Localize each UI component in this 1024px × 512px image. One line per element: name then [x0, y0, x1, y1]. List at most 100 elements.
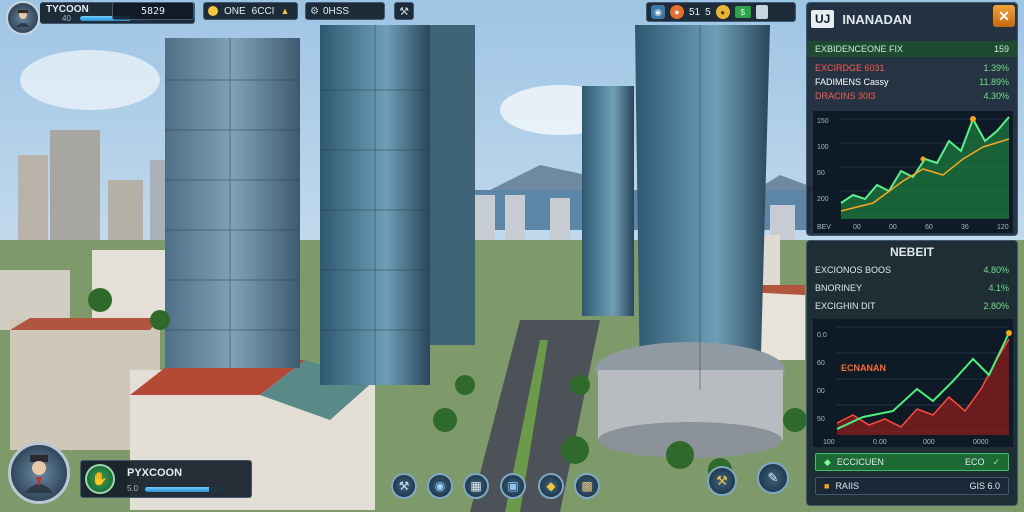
invest-button-a-label: ECCICUEN — [836, 457, 884, 467]
invest-row-label: EXCIGHIN DIT — [815, 301, 876, 311]
resource-a-value: 51 — [689, 6, 701, 18]
peak-marker — [970, 116, 976, 122]
globe-icon: ◉ — [434, 479, 446, 493]
finance-panel: UJ INANADAN ✕ EXBIDENCEONE FIX 159 EXCIR… — [806, 2, 1018, 236]
resource-b-value: 5 — [705, 6, 711, 18]
finance-row-label: FADIMENS Cassy — [815, 77, 889, 87]
finance-row-value: 4.30% — [983, 91, 1009, 101]
finance-row-value: 11.89% — [979, 77, 1009, 87]
globe-icon[interactable]: ◉ — [651, 5, 665, 19]
box-icon: ▣ — [507, 479, 519, 493]
player-avatar[interactable] — [6, 1, 40, 35]
stat-b-value: 6CCI — [251, 5, 275, 17]
toolbar-tools-button[interactable]: ✎ — [757, 462, 789, 494]
finance-logo: UJ — [811, 10, 835, 28]
invest-button-b-label: RAIIS — [835, 481, 859, 491]
gavel-icon: ⚒ — [716, 473, 728, 488]
wrench-icon: ⚒ — [399, 5, 409, 18]
crate-icon: ■ — [824, 481, 830, 491]
crate-icon: ▦ — [470, 479, 482, 493]
invest-button-a[interactable]: ◆ ECCICUEN ECO ✓ — [815, 453, 1009, 471]
chart-label: ECNANAN — [841, 363, 886, 373]
y-tick-label: 00 — [817, 388, 825, 395]
player-level: 40 — [62, 14, 71, 23]
marker — [920, 156, 926, 162]
y-tick-label: 150 — [817, 118, 829, 125]
x-tick-label: 00 — [853, 224, 861, 231]
x-tick-label: BEV — [817, 224, 831, 231]
invest-row-label: EXCIONOS BOOS — [815, 265, 892, 275]
x-tick-label: 000 — [923, 439, 935, 446]
toolbar-globe-button[interactable]: ◉ — [427, 473, 453, 499]
document-icon[interactable] — [755, 5, 768, 19]
stat-a-value: 5829 — [140, 5, 166, 17]
fire-icon[interactable]: ● — [670, 5, 684, 19]
toolbar-gavel-button[interactable]: ⚒ — [707, 466, 737, 496]
finance-header: UJ INANADAN — [811, 5, 991, 33]
invest-row-value: 2.80% — [983, 301, 1009, 311]
toolbar-wrench-button[interactable]: ⚒ — [391, 473, 417, 499]
y-tick-label: 50 — [817, 416, 825, 423]
advisor-avatar[interactable] — [8, 442, 70, 504]
invest-title: NEBEIT — [889, 245, 934, 259]
x-tick-label: 60 — [925, 224, 933, 231]
handshake-icon: ✋ — [91, 471, 109, 486]
stat-b-label: ONE — [224, 5, 246, 17]
x-tick-label: 00 — [889, 224, 897, 231]
gold-icon: ◆ — [546, 479, 556, 493]
invest-button-b[interactable]: ■ RAIIS GIS 6.0 — [815, 477, 1009, 495]
invest-button-a-value: ECO — [964, 457, 985, 467]
business-icon-button[interactable]: ✋ — [85, 464, 115, 494]
x-tick-label: 0.00 — [873, 439, 887, 446]
gear-icon: ⚙ — [310, 5, 319, 17]
x-tick-label: 36 — [961, 224, 969, 231]
invest-row: EXCIONOS BOOS 4.80% — [807, 263, 1017, 277]
invest-row-value: 4.80% — [983, 265, 1009, 275]
finance-row-label: DRACINS 30I3 — [815, 91, 876, 101]
invest-row: BNORINEY 4.1% — [807, 281, 1017, 295]
invest-panel: NEBEIT EXCIONOS BOOS 4.80% BNORINEY 4.1% EXC… — [806, 240, 1018, 506]
tools-icon: ✎ — [767, 470, 779, 485]
finance-summary-label: EXBIDENCEONE FIX — [815, 44, 904, 54]
tools-button[interactable]: ⚒ — [394, 2, 414, 20]
toolbar-gold-button[interactable]: ◆ — [538, 473, 564, 499]
user-icon — [16, 10, 30, 27]
business-title: PYXCOON — [127, 467, 183, 479]
stat-a: 5829 — [112, 2, 194, 20]
leaf-icon: ◆ — [824, 456, 831, 467]
stat-b: ONE 6CCI ▲ — [203, 2, 298, 20]
finance-chart: 150 100 50 200 BEV 00 00 60 36 120 — [813, 111, 1013, 233]
peak-marker — [1006, 330, 1012, 336]
coin-icon[interactable]: ● — [715, 5, 730, 19]
close-icon: ✕ — [998, 7, 1010, 24]
cargo-icon: ▩ — [581, 479, 593, 493]
coin-icon — [208, 6, 218, 16]
finance-summary: EXBIDENCEONE FIX 159 — [807, 41, 1017, 57]
chevron-up-icon: ▲ — [280, 6, 290, 16]
finance-row-label: EXCIRDGE 6031 — [815, 63, 885, 73]
finance-summary-value: 159 — [993, 44, 1009, 54]
wrench-icon: ⚒ — [398, 479, 410, 493]
stat-c-label: 0HSS — [322, 5, 350, 17]
toolbar-box-button[interactable]: ▣ — [500, 473, 526, 499]
invest-row-label: BNORINEY — [815, 283, 863, 293]
finance-row: EXCIRDGE 6031 1.39% — [807, 61, 1017, 75]
invest-row-value: 4.1% — [988, 283, 1009, 293]
business-level: 5.0 — [127, 484, 139, 493]
toolbar-crate-button[interactable]: ▦ — [463, 473, 489, 499]
finance-row-value: 1.39% — [983, 63, 1009, 73]
business-progress-fill — [145, 487, 209, 492]
check-icon: ✓ — [992, 456, 1000, 467]
resource-bar: ◉ ● 51 5 ● $ — [646, 2, 796, 22]
cash-icon[interactable]: $ — [734, 6, 751, 18]
finance-title: INANADAN — [842, 11, 912, 27]
finance-row: FADIMENS Cassy 11.89% — [807, 75, 1017, 89]
toolbar-cargo-button[interactable]: ▩ — [574, 473, 600, 499]
y-tick-label: 0.0 — [817, 332, 827, 339]
close-button[interactable]: ✕ — [993, 5, 1015, 27]
y-tick-label: 100 — [817, 144, 829, 151]
y-tick-label: 50 — [817, 170, 825, 177]
y-tick-label: 200 — [817, 196, 829, 203]
invest-row: EXCIGHIN DIT 2.80% — [807, 299, 1017, 313]
x-tick-label: 120 — [997, 224, 1009, 231]
